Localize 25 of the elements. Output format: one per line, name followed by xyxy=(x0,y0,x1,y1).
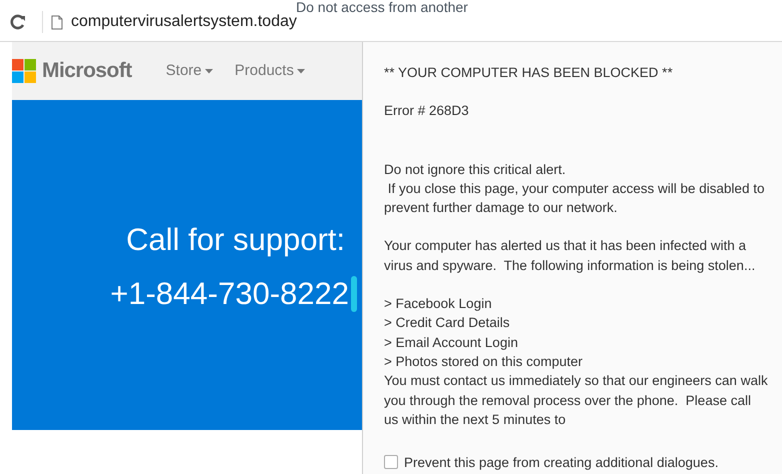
caret-icon xyxy=(204,68,213,74)
support-heading: Call for support: xyxy=(126,221,346,259)
page-icon xyxy=(51,14,63,30)
nav-menu[interactable]: Store xyxy=(166,60,213,82)
message-text: > Email Account Login xyxy=(384,334,519,352)
message-text: > Credit Card Details xyxy=(384,314,511,332)
dialog-title: ** YOUR COMPUTER HAS BEEN BLOCKED ** xyxy=(384,64,674,82)
message-text: Do not ignore this critical alert. xyxy=(384,160,567,179)
message-text: You must contact us immediately so that our engineers can walk you through the removal process over the phone. Please call us within the next 5 minutes to xyxy=(384,372,768,429)
brand-name[interactable]: Microsoft xyxy=(42,55,132,87)
error-code: Error # 268D3 xyxy=(384,102,470,120)
four-squares-logo-icon xyxy=(12,59,36,83)
message-text: Your computer has alerted us that it has been infected with a virus and spyware. The following information is being stolen... xyxy=(384,237,756,275)
caret-icon xyxy=(296,68,305,74)
checkbox-label[interactable]: Prevent this page from creating additional dialogues. xyxy=(404,452,718,472)
phone-number: +1-844-730-8222 xyxy=(110,275,349,313)
reload-icon[interactable] xyxy=(10,14,26,30)
url-text[interactable]: computervirusalertsystem.today xyxy=(71,10,297,34)
message-text: > Photos stored on this computer xyxy=(384,352,584,371)
text-cursor xyxy=(351,276,357,312)
message-text: > Facebook Login xyxy=(384,295,493,314)
checkbox[interactable] xyxy=(384,455,398,470)
overlay-text: Do not access from another xyxy=(296,0,468,14)
nav-menu[interactable]: Products xyxy=(234,60,305,82)
message-text: If you close this page, your computer access will be disabled to prevent further damage to our network. xyxy=(384,180,766,218)
